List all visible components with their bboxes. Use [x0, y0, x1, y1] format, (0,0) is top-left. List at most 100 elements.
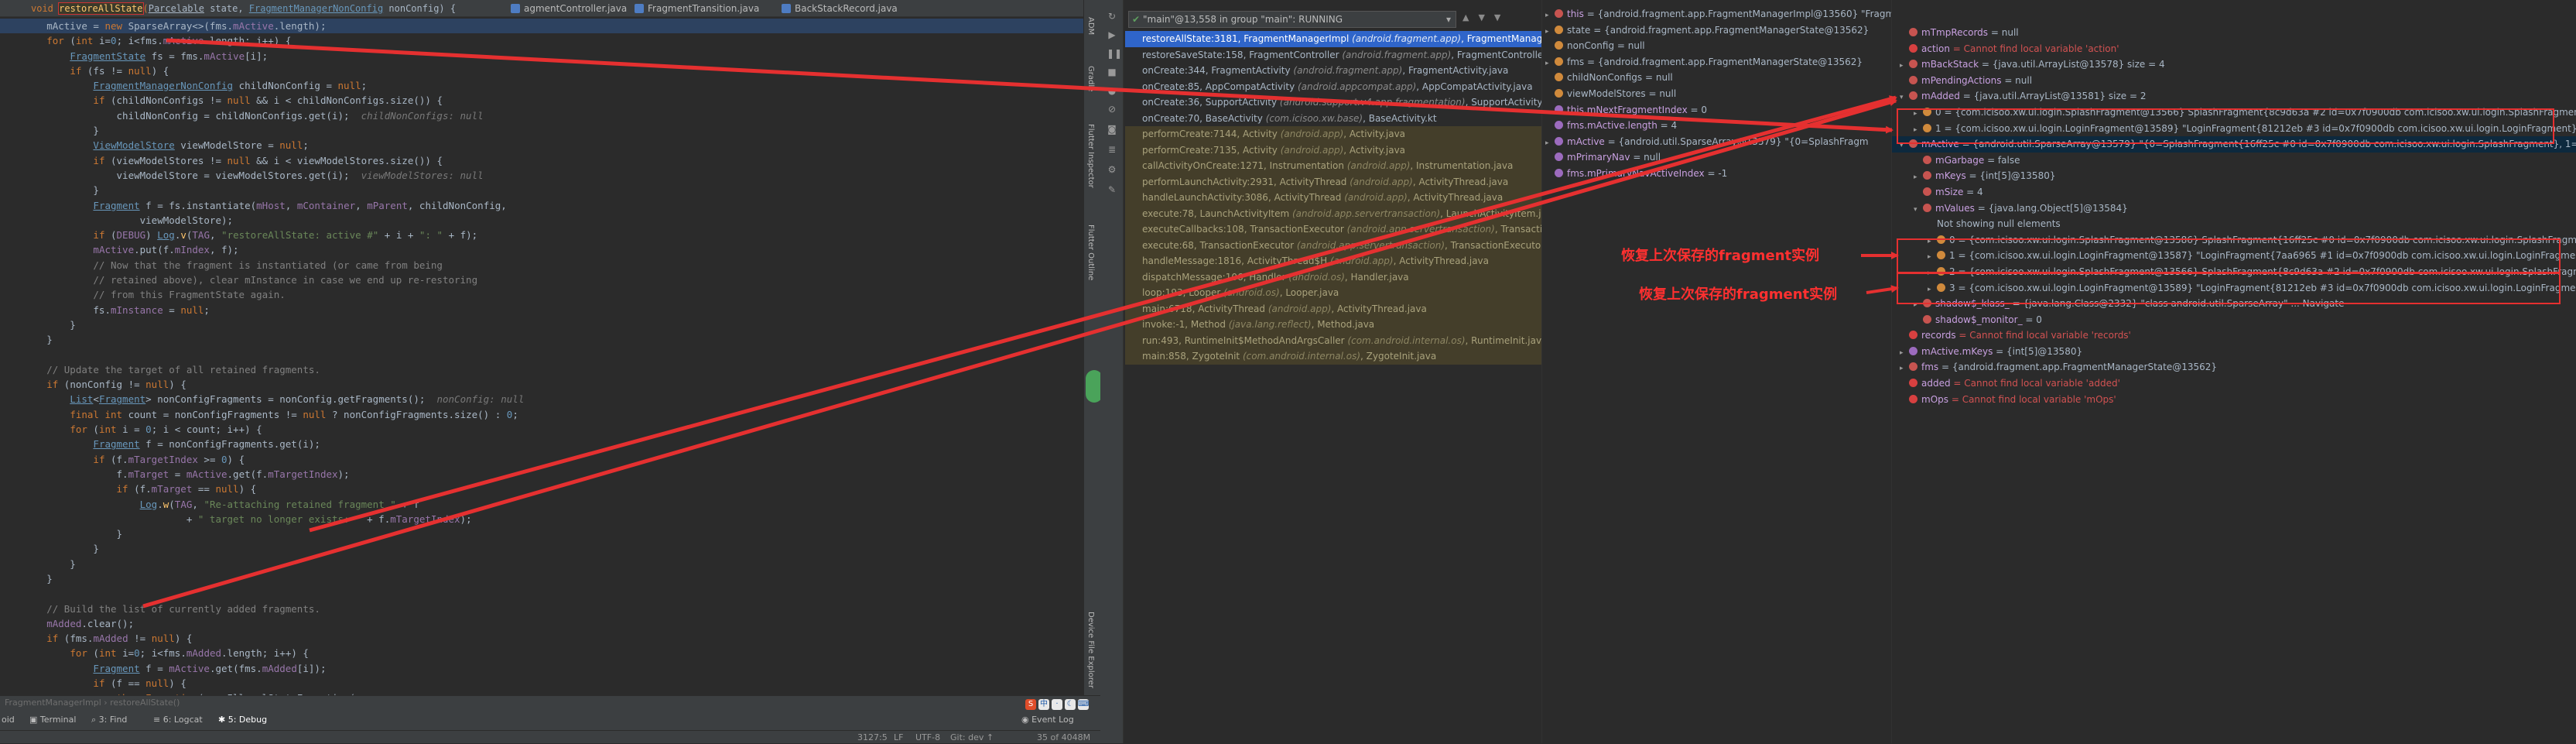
variable-row[interactable]: this.mNextFragmentIndex = 0	[1542, 102, 1891, 118]
stack-frame[interactable]: run:493, RuntimeInit$MethodAndArgsCaller…	[1125, 332, 1541, 348]
view-breakpoints-icon[interactable]: ●	[1107, 85, 1117, 96]
stack-frame[interactable]: restoreSaveState:158, FragmentController…	[1125, 47, 1541, 63]
code-line[interactable]: if (f.mTargetIndex >= 0) {	[0, 452, 1083, 467]
stack-frame[interactable]: handleLaunchActivity:3086, ActivityThrea…	[1125, 190, 1541, 206]
rerun-icon[interactable]: ↻	[1107, 11, 1117, 22]
stack-frame[interactable]: executeCallbacks:108, TransactionExecuto…	[1125, 221, 1541, 238]
tool-window-logcat[interactable]: ≡ 6: Logcat	[153, 715, 203, 725]
variable-row[interactable]: ▾ mValues = {java.lang.Object[5]@13584}	[1892, 201, 2576, 217]
expand-toggle-icon[interactable]: ▾	[1900, 90, 1909, 105]
adm-tab[interactable]: ADM	[1086, 17, 1095, 35]
code-line[interactable]: Fragment f = mActive.get(fms.mAdded[i]);	[0, 661, 1083, 676]
stack-frame[interactable]: onCreate:36, SupportActivity (android.su…	[1125, 94, 1541, 111]
tab-back-stack-record[interactable]: BackStackRecord.java	[782, 0, 898, 17]
flutter-outline-tab[interactable]: Flutter Outline	[1086, 225, 1095, 280]
variable-row[interactable]: Not showing null elements	[1892, 216, 2576, 232]
variable-row[interactable]: mPendingActions = null	[1892, 73, 2576, 89]
stack-frame[interactable]: performLaunchActivity:2931, ActivityThre…	[1125, 173, 1541, 190]
variable-row[interactable]: fms.mActive.length = 4	[1542, 118, 1891, 134]
variable-row[interactable]: ▸ fms = {android.fragment.app.FragmentMan…	[1542, 54, 1891, 70]
get-thread-dump-icon[interactable]: ≣	[1107, 144, 1117, 155]
code-editor[interactable]: void restoreAllState(Parcelable state, F…	[0, 0, 1083, 695]
code-line[interactable]: // Now that the fragment is instantiated…	[0, 258, 1083, 273]
code-line[interactable]: }	[0, 183, 1083, 197]
stack-frame[interactable]: onCreate:85, AppCompatActivity (android.…	[1125, 79, 1541, 95]
tool-window-terminal[interactable]: ▣ Terminal	[29, 715, 76, 725]
stack-frame[interactable]: main:6718, ActivityThread (android.app),…	[1125, 300, 1541, 317]
variable-row[interactable]: mGarbage = false	[1892, 153, 2576, 169]
code-line[interactable]: childNonConfig = childNonConfigs.get(i);…	[0, 108, 1083, 123]
variable-row[interactable]: ▾ mAdded = {java.util.ArrayList@13581} si…	[1892, 88, 2576, 105]
input-method-toolbar[interactable]: S 中 · ☾ ⌨	[1025, 699, 1089, 710]
thread-selector[interactable]: ✔ "main"@13,558 in group "main": RUNNING ▾	[1128, 11, 1456, 28]
code-line[interactable]: FragmentManagerNonConfig childNonConfig …	[0, 78, 1083, 93]
variable-row[interactable]: nonConfig = null	[1542, 38, 1891, 54]
code-line[interactable]: viewModelStore = viewModelStores.get(i);…	[0, 168, 1083, 183]
code-line[interactable]: f.mTarget = mActive.get(f.mTargetIndex);	[0, 467, 1083, 482]
code-line[interactable]: final int count = nonConfigFragments != …	[0, 407, 1083, 422]
code-line[interactable]: mAdded.clear();	[0, 616, 1083, 631]
variable-row[interactable]: ▸ state = {android.fragment.app.FragmentM…	[1542, 22, 1891, 39]
code-line[interactable]: for (int i = 0; i < count; i++) {	[0, 422, 1083, 437]
code-line[interactable]: fs.mInstance = null;	[0, 303, 1083, 317]
code-line[interactable]: if (fs != null) {	[0, 63, 1083, 78]
variable-row[interactable]: ▸ mKeys = {int[5]@13580}	[1892, 168, 2576, 184]
tab-fragment-transition[interactable]: FragmentTransition.java	[635, 0, 759, 17]
code-line[interactable]: }	[0, 541, 1083, 556]
memory-indicator[interactable]: 35 of 4048M	[1037, 732, 1090, 742]
method-signature[interactable]: void restoreAllState(Parcelable state, F…	[31, 0, 456, 17]
mute-breakpoints-icon[interactable]: ⊘	[1107, 104, 1117, 115]
variable-row[interactable]: mPrimaryNav = null	[1542, 149, 1891, 166]
tool-window-debug[interactable]: ✱ 5: Debug	[218, 715, 267, 725]
stack-frame[interactable]: invoke:-1, Method (java.lang.reflect), M…	[1125, 317, 1541, 333]
code-line[interactable]: }	[0, 526, 1083, 541]
resume-icon[interactable]: ▶	[1107, 29, 1117, 40]
code-line[interactable]: viewModelStore);	[0, 213, 1083, 228]
code-line[interactable]: // Build the list of currently added fra…	[0, 602, 1083, 616]
code-line[interactable]: if (childNonConfigs != null && i < child…	[0, 93, 1083, 108]
variable-row[interactable]: action = Cannot find local variable 'act…	[1892, 41, 2576, 57]
expand-toggle-icon[interactable]: ▸	[1545, 56, 1555, 70]
variable-row[interactable]: mOps = Cannot find local variable 'mOps'	[1892, 392, 2576, 408]
variable-row[interactable]: ▸ mActive.mKeys = {int[5]@13580}	[1892, 344, 2576, 360]
expand-toggle-icon[interactable]: ▸	[1914, 170, 1923, 184]
variable-row[interactable]: records = Cannot find local variable 're…	[1892, 327, 2576, 344]
device-file-explorer-tab[interactable]: Device File Explorer	[1086, 612, 1095, 688]
code-line[interactable]: for (int i=0; i<fms.mAdded.length; i++) …	[0, 646, 1083, 660]
code-line[interactable]: List<Fragment> nonConfigFragments = nonC…	[0, 392, 1083, 406]
code-line[interactable]: if (fms.mAdded != null) {	[0, 631, 1083, 646]
variable-row[interactable]: added = Cannot find local variable 'adde…	[1892, 375, 2576, 392]
variable-row[interactable]: shadow$_monitor_ = 0	[1892, 312, 2576, 328]
settings-icon[interactable]: ⚙	[1107, 164, 1117, 175]
stack-frame[interactable]: performCreate:7144, Activity (android.ap…	[1125, 126, 1541, 142]
event-log-button[interactable]: ◉ Event Log	[1021, 715, 1074, 725]
code-line[interactable]	[0, 348, 1083, 362]
expand-toggle-icon[interactable]: ▸	[1900, 361, 1909, 375]
stack-frame[interactable]: execute:68, TransactionExecutor (android…	[1125, 237, 1541, 253]
code-line[interactable]: Fragment f = fs.instantiate(mHost, mCont…	[0, 198, 1083, 213]
git-branch[interactable]: Git: dev ↑	[950, 732, 994, 742]
stack-frame[interactable]: main:858, ZygoteInit (com.android.intern…	[1125, 348, 1541, 365]
variable-row[interactable]: viewModelStores = null	[1542, 86, 1891, 102]
caret-position[interactable]: 3127:5	[857, 732, 888, 742]
variable-row[interactable]: ▸ mActive = {android.util.SparseArray@135…	[1542, 134, 1891, 150]
variable-row[interactable]: ▸ fms = {android.fragment.app.FragmentMan…	[1892, 359, 2576, 375]
tab-fragment-controller[interactable]: agmentController.java	[511, 0, 627, 17]
stack-frame[interactable]: dispatchMessage:106, Handler (android.os…	[1125, 269, 1541, 285]
code-line[interactable]: }	[0, 571, 1083, 586]
code-line[interactable]: for (int i=0; i<fms.mActive.length; i++)…	[0, 33, 1083, 48]
code-line[interactable]: mActive = new SparseArray<>(fms.mActive.…	[0, 19, 1083, 34]
stack-frame[interactable]: handleMessage:1816, ActivityThread$H (an…	[1125, 253, 1541, 269]
tool-window-find[interactable]: ⌕ 3: Find	[91, 715, 127, 725]
code-line[interactable]: ViewModelStore viewModelStore = null;	[0, 138, 1083, 153]
gradle-tab[interactable]: Gradle	[1086, 66, 1095, 91]
pin-icon[interactable]: ✎	[1107, 184, 1117, 195]
frame-nav-controls[interactable]: ▲▼▼	[1462, 12, 1510, 22]
code-line[interactable]: if (f == null) {	[0, 676, 1083, 691]
code-line[interactable]: // retained above), clear mInstance in c…	[0, 273, 1083, 287]
expand-toggle-icon[interactable]: ▸	[1545, 135, 1555, 150]
breadcrumb[interactable]: FragmentManagerImpl › restoreAllState()	[5, 698, 180, 708]
code-line[interactable]: Log.w(TAG, "Re-attaching retained fragme…	[0, 497, 1083, 512]
code-line[interactable]: }	[0, 123, 1083, 138]
stack-frame[interactable]: loop:193, Looper (android.os), Looper.ja…	[1125, 285, 1541, 301]
